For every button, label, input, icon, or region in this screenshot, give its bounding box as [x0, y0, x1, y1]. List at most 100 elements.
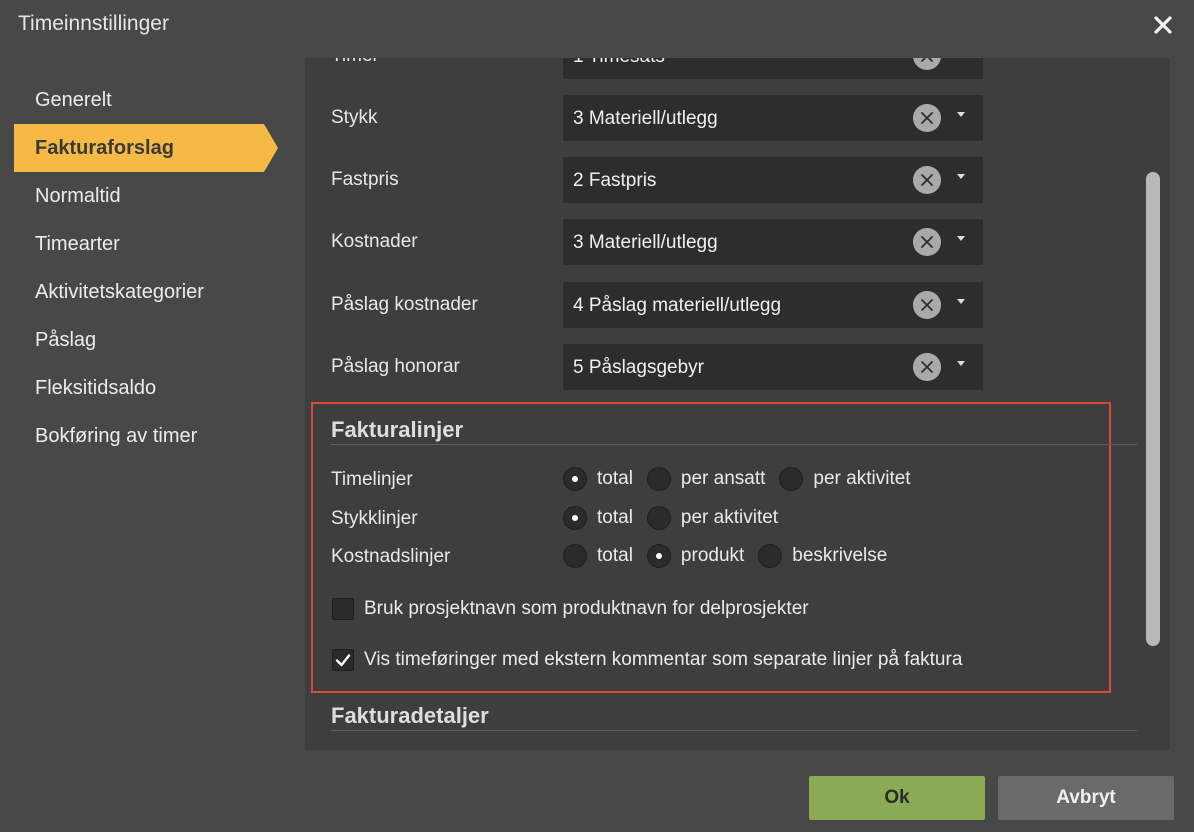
stykk-select[interactable]: 3 Materiell/utlegg [563, 95, 983, 141]
chevron-down-icon[interactable] [957, 299, 965, 304]
section-divider [331, 730, 1137, 731]
sidebar-item-label: Timearter [35, 233, 120, 255]
sidebar-item-label: Bokføring av timer [35, 425, 198, 447]
radio-button-checked[interactable] [563, 467, 587, 491]
field-row-fastpris: Fastpris 2 Fastpris [305, 157, 1170, 203]
radio-option-per-aktivitet[interactable]: per aktivitet [646, 506, 778, 530]
paslag-honorar-select[interactable]: 5 Påslagsgebyr [563, 344, 983, 390]
section-title-fakturalinjer: Fakturalinjer [331, 417, 464, 442]
chevron-down-icon[interactable] [957, 112, 965, 117]
clear-icon[interactable] [913, 228, 941, 256]
close-icon[interactable] [1150, 12, 1176, 38]
field-label: Timer [331, 58, 379, 67]
field-label: Stykk [331, 107, 378, 128]
paslag-kostnader-select[interactable]: 4 Påslag materiell/utlegg [563, 282, 983, 328]
radio-button-checked[interactable] [646, 544, 671, 568]
radio-row-label: Kostnadslinjer [331, 546, 451, 567]
checkbox-row-prosjektnavn[interactable]: Bruk prosjektnavn som produktnavn for de… [332, 598, 809, 620]
radio-row-kostnadslinjer: Kostnadslinjer total produkt beskrivelse [305, 542, 1170, 572]
select-value: 1 Timesats [573, 58, 665, 68]
radio-option-label: per ansatt [680, 468, 766, 489]
field-row-paslag-honorar: Påslag honorar 5 Påslagsgebyr [305, 344, 1170, 390]
select-value: 3 Materiell/utlegg [573, 232, 718, 253]
field-label: Kostnader [331, 231, 418, 252]
sidebar-item-label: Påslag [35, 329, 97, 351]
chevron-down-icon[interactable] [957, 361, 965, 366]
radio-option-total[interactable]: total [563, 467, 633, 491]
radio-option-label: total [597, 468, 633, 489]
radio-option-label: total [597, 507, 633, 528]
radio-button[interactable] [779, 467, 804, 491]
field-row-paslag-kostnader: Påslag kostnader 4 Påslag materiell/utle… [305, 282, 1170, 328]
checkbox-unchecked[interactable] [332, 598, 354, 620]
section-title-fakturadetaljer: Fakturadetaljer [331, 703, 489, 728]
radio-option-per-aktivitet[interactable]: per aktivitet [779, 467, 911, 491]
radio-row-timelinjer: Timelinjer total per ansatt per aktivite… [305, 465, 1170, 495]
radio-group-timelinjer: total per ansatt per aktivitet [563, 467, 925, 491]
checkbox-checked[interactable] [332, 649, 354, 671]
clear-icon[interactable] [913, 353, 941, 381]
checkbox-row-timeforinger[interactable]: Vis timeføringer med ekstern kommentar s… [332, 649, 962, 671]
select-value: 4 Påslag materiell/utlegg [573, 295, 782, 316]
select-value: 5 Påslagsgebyr [573, 357, 704, 378]
ok-button[interactable]: Ok [809, 776, 985, 820]
sidebar-item-generelt[interactable]: Generelt [14, 76, 264, 124]
radio-option-label: per aktivitet [813, 468, 911, 489]
checkbox-label: Vis timeføringer med ekstern kommentar s… [364, 649, 963, 670]
sidebar-item-bokforing-av-timer[interactable]: Bokføring av timer [14, 412, 264, 460]
sidebar-item-label: Generelt [35, 89, 112, 111]
radio-row-label: Stykklinjer [331, 508, 418, 529]
radio-option-total[interactable]: total [563, 544, 633, 568]
checkmark-icon [335, 654, 351, 667]
sidebar-item-label: Normaltid [35, 185, 121, 207]
radio-option-per-ansatt[interactable]: per ansatt [646, 467, 766, 491]
radio-option-beskrivelse[interactable]: beskrivelse [758, 544, 887, 568]
field-label: Fastpris [331, 169, 399, 190]
section-divider [331, 444, 1137, 445]
settings-content-panel: Timer 1 Timesats Stykk 3 Materiell/utleg… [305, 58, 1170, 750]
radio-row-label: Timelinjer [331, 469, 413, 490]
radio-option-label: produkt [680, 545, 745, 566]
sidebar-item-label: Fleksitidsaldo [35, 377, 157, 399]
settings-sidebar: Generelt Fakturaforslag Normaltid Timear… [14, 76, 278, 460]
radio-row-stykklinjer: Stykklinjer total per aktivitet [305, 504, 1170, 534]
radio-option-produkt[interactable]: produkt [646, 544, 745, 568]
radio-option-label: total [597, 545, 633, 566]
radio-button[interactable] [646, 467, 671, 491]
clear-icon[interactable] [913, 166, 941, 194]
checkbox-label: Bruk prosjektnavn som produktnavn for de… [364, 598, 809, 619]
dialog-title: Timeinnstillinger [18, 12, 169, 35]
cancel-button[interactable]: Avbryt [998, 776, 1174, 820]
field-row-timer: Timer 1 Timesats [305, 58, 1170, 79]
radio-option-label: beskrivelse [792, 545, 888, 566]
select-value: 2 Fastpris [573, 170, 657, 191]
field-label: Påslag kostnader [331, 294, 478, 315]
radio-button-checked[interactable] [563, 506, 587, 530]
kostnader-select[interactable]: 3 Materiell/utlegg [563, 219, 983, 265]
sidebar-item-fleksitidsaldo[interactable]: Fleksitidsaldo [14, 364, 264, 412]
field-label: Påslag honorar [331, 356, 460, 377]
sidebar-item-fakturaforslag[interactable]: Fakturaforslag [14, 124, 278, 172]
sidebar-item-timearter[interactable]: Timearter [14, 220, 264, 268]
fastpris-select[interactable]: 2 Fastpris [563, 157, 983, 203]
chevron-down-icon[interactable] [957, 174, 965, 179]
clear-icon[interactable] [913, 104, 941, 132]
radio-group-kostnadslinjer: total produkt beskrivelse [563, 544, 901, 568]
chevron-down-icon[interactable] [957, 236, 965, 241]
field-row-stykk: Stykk 3 Materiell/utlegg [305, 95, 1170, 141]
sidebar-item-label: Fakturaforslag [35, 137, 174, 159]
radio-option-total[interactable]: total [563, 506, 633, 530]
scrollbar-thumb[interactable] [1146, 172, 1160, 646]
radio-button[interactable] [758, 544, 783, 568]
sidebar-item-aktivitetskategorier[interactable]: Aktivitetskategorier [14, 268, 264, 316]
radio-button[interactable] [563, 544, 587, 568]
sidebar-item-paslag[interactable]: Påslag [14, 316, 264, 364]
radio-button[interactable] [646, 506, 671, 530]
clear-icon[interactable] [913, 291, 941, 319]
sidebar-item-normaltid[interactable]: Normaltid [14, 172, 264, 220]
sidebar-item-label: Aktivitetskategorier [35, 281, 204, 303]
field-row-kostnader: Kostnader 3 Materiell/utlegg [305, 219, 1170, 265]
clear-icon[interactable] [913, 58, 941, 70]
radio-group-stykklinjer: total per aktivitet [563, 506, 792, 530]
timer-select[interactable]: 1 Timesats [563, 58, 983, 79]
